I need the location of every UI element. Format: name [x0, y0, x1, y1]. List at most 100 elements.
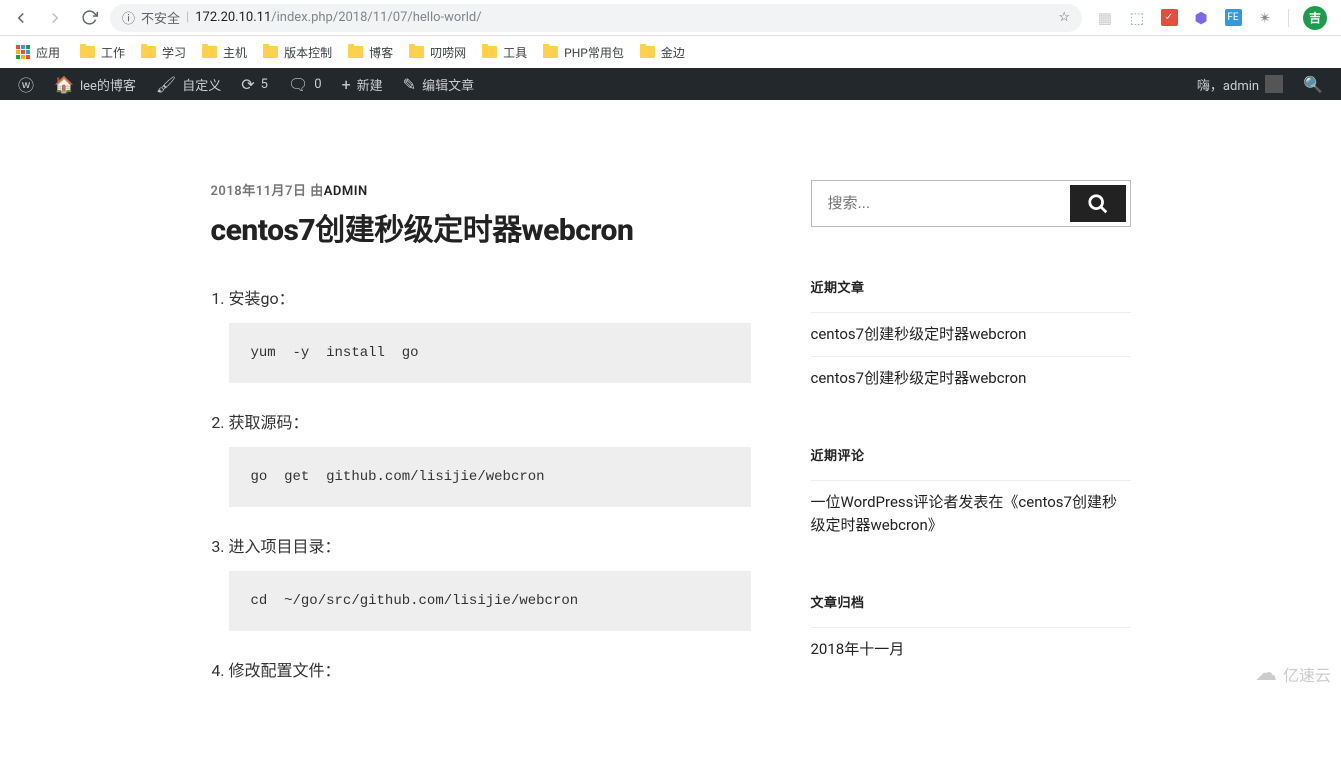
folder-icon — [543, 46, 558, 58]
archive-link[interactable]: 2018年十一月 — [811, 627, 1131, 671]
archives-widget: 文章归档 2018年十一月 — [811, 592, 1131, 671]
bookmark-label: 工具 — [503, 44, 527, 61]
ext-icon-2[interactable]: ⬚ — [1128, 9, 1146, 27]
customize-link[interactable]: 🖌自定义 — [146, 68, 231, 100]
ext-icon-4[interactable]: ⬢ — [1192, 9, 1210, 27]
folder-icon — [202, 46, 217, 58]
code-block: go get github.com/lisijie/webcron — [229, 447, 751, 507]
bookmark-folder[interactable]: 叨唠网 — [401, 40, 474, 65]
comment-icon: 🗨 — [288, 75, 308, 94]
wordpress-icon: ⓦ — [18, 72, 34, 96]
post-meta: 2018年11月7日 由ADMIN — [211, 180, 751, 199]
watermark: ☁ 亿速云 — [1255, 661, 1331, 686]
folder-icon — [348, 46, 363, 58]
bookmark-label: 主机 — [223, 44, 247, 61]
code-block: yum -y install go — [229, 323, 751, 383]
bookmark-folder[interactable]: 工作 — [72, 40, 133, 65]
recent-post-link[interactable]: centos7创建秒级定时器webcron — [811, 356, 1131, 400]
search-icon: 🔍 — [1303, 75, 1323, 94]
bookmark-folder[interactable]: 博客 — [340, 40, 401, 65]
bookmark-label: 工作 — [101, 44, 125, 61]
step-label: 安装go： — [229, 285, 751, 309]
ext-icon-1[interactable]: ▦ — [1096, 9, 1114, 27]
plus-icon: + — [342, 75, 351, 94]
apps-icon — [16, 45, 30, 59]
recent-comment-link[interactable]: 一位WordPress评论者发表在《centos7创建秒级定时器webcron》 — [811, 480, 1131, 546]
post-steps-list: 安装go： yum -y install go 获取源码： go get github… — [211, 285, 751, 681]
post-date[interactable]: 2018年11月7日 — [211, 184, 307, 199]
step-item: 获取源码： go get github.com/lisijie/webcron — [229, 409, 751, 507]
url-text: 172.20.10.11/index.php/2018/11/07/hello-… — [195, 10, 481, 25]
code-block: cd ~/go/src/github.com/lisijie/webcron — [229, 571, 751, 631]
howdy-user[interactable]: 嗨，admin — [1187, 68, 1293, 100]
bookmark-folder[interactable]: 学习 — [133, 40, 194, 65]
wp-admin-bar: ⓦ 🏠lee的博客 🖌自定义 ⟳5 🗨0 +新建 ✎编辑文章 嗨，admin 🔍 — [0, 68, 1341, 100]
magnifier-icon — [1087, 193, 1109, 215]
wp-logo[interactable]: ⓦ — [8, 68, 44, 100]
bookmark-label: PHP常用包 — [564, 44, 624, 61]
recent-comments-widget: 近期评论 一位WordPress评论者发表在《centos7创建秒级定时器web… — [811, 445, 1131, 546]
recent-comments-title: 近期评论 — [811, 445, 1131, 464]
search-toggle[interactable]: 🔍 — [1293, 68, 1333, 100]
sidebar: 近期文章 centos7创建秒级定时器webcroncentos7创建秒级定时器… — [811, 180, 1131, 717]
step-label: 修改配置文件： — [229, 657, 751, 681]
post-author[interactable]: ADMIN — [324, 184, 368, 199]
bookmark-label: 金边 — [661, 44, 685, 61]
recent-posts-title: 近期文章 — [811, 277, 1131, 296]
bookmark-folder[interactable]: 工具 — [474, 40, 535, 65]
info-icon: ⓘ — [122, 8, 135, 27]
bookmark-folder[interactable]: 金边 — [632, 40, 693, 65]
recent-post-link[interactable]: centos7创建秒级定时器webcron — [811, 312, 1131, 356]
search-input[interactable] — [812, 181, 1066, 226]
brush-icon: 🖌 — [156, 75, 176, 94]
main-content: 2018年11月7日 由ADMIN centos7创建秒级定时器webcron … — [211, 180, 751, 717]
bookmark-label: 学习 — [162, 44, 186, 61]
pencil-icon: ✎ — [403, 75, 416, 94]
recent-posts-widget: 近期文章 centos7创建秒级定时器webcroncentos7创建秒级定时器… — [811, 277, 1131, 399]
browser-toolbar: ⓘ 不安全 | 172.20.10.11/index.php/2018/11/0… — [0, 0, 1341, 36]
edit-post-link[interactable]: ✎编辑文章 — [393, 68, 484, 100]
search-button[interactable] — [1070, 185, 1126, 222]
reload-button[interactable] — [76, 5, 102, 31]
ext-icon-3[interactable]: ✓ — [1160, 9, 1178, 27]
bookmark-folder[interactable]: 版本控制 — [255, 40, 340, 65]
search-widget — [811, 180, 1131, 227]
comments-link[interactable]: 🗨0 — [278, 68, 332, 100]
ext-icon-5[interactable]: FE — [1224, 9, 1242, 27]
cloud-icon: ☁ — [1255, 661, 1277, 686]
step-item: 修改配置文件： — [229, 657, 751, 681]
refresh-icon: ⟳ — [241, 75, 254, 94]
folder-icon — [141, 46, 156, 58]
apps-button[interactable]: 应用 — [8, 40, 68, 65]
bookmarks-bar: 应用 工作 学习 主机 版本控制 博客 叨唠网 工具 PHP常用包 金边 — [0, 36, 1341, 68]
ext-icon-6[interactable]: ✴ — [1256, 9, 1274, 27]
apps-label: 应用 — [36, 44, 60, 61]
address-bar[interactable]: ⓘ 不安全 | 172.20.10.11/index.php/2018/11/0… — [110, 4, 1082, 32]
archives-title: 文章归档 — [811, 592, 1131, 611]
extension-icons: ▦ ⬚ ✓ ⬢ FE ✴ 吉 — [1090, 6, 1333, 30]
bookmark-label: 博客 — [369, 44, 393, 61]
post-title: centos7创建秒级定时器webcron — [211, 205, 751, 249]
profile-avatar[interactable]: 吉 — [1303, 6, 1327, 30]
folder-icon — [263, 46, 278, 58]
insecure-label: 不安全 — [141, 8, 180, 27]
new-link[interactable]: +新建 — [332, 68, 393, 100]
user-avatar-icon — [1265, 75, 1283, 93]
step-item: 安装go： yum -y install go — [229, 285, 751, 383]
folder-icon — [409, 46, 424, 58]
step-label: 进入项目目录： — [229, 533, 751, 557]
folder-icon — [482, 46, 497, 58]
folder-icon — [640, 46, 655, 58]
star-icon[interactable]: ☆ — [1058, 10, 1070, 25]
bookmark-label: 版本控制 — [284, 44, 332, 61]
step-label: 获取源码： — [229, 409, 751, 433]
forward-button[interactable] — [42, 5, 68, 31]
step-item: 进入项目目录： cd ~/go/src/github.com/lisijie/we… — [229, 533, 751, 631]
updates-link[interactable]: ⟳5 — [231, 68, 278, 100]
dashboard-icon: 🏠 — [54, 75, 74, 94]
bookmark-label: 叨唠网 — [430, 44, 466, 61]
back-button[interactable] — [8, 5, 34, 31]
bookmark-folder[interactable]: PHP常用包 — [535, 40, 632, 65]
site-name-link[interactable]: 🏠lee的博客 — [44, 68, 146, 100]
bookmark-folder[interactable]: 主机 — [194, 40, 255, 65]
